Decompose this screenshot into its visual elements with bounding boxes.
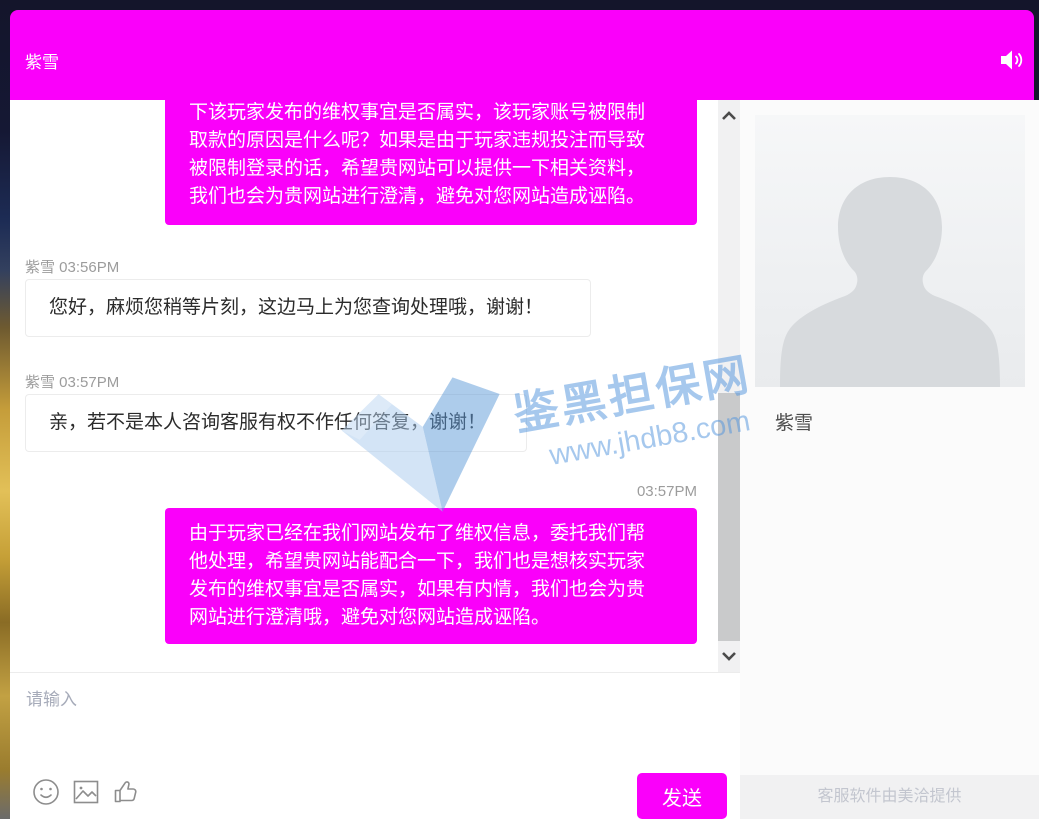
image-icon xyxy=(72,778,100,806)
scrollbar-thumb[interactable] xyxy=(718,393,740,641)
message-input[interactable]: 请输入 xyxy=(26,685,716,765)
scroll-up-button[interactable] xyxy=(718,106,740,126)
thumbs-up-icon xyxy=(112,778,140,806)
agent-title: 紫雪 xyxy=(25,48,59,73)
emoji-button[interactable] xyxy=(32,778,60,806)
image-upload-button[interactable] xyxy=(72,778,100,806)
avatar-silhouette-icon xyxy=(755,115,1025,387)
chat-window: 紫雪 下该玩家发布的维权事宜是否属实，该玩家账号被限制取款的原因是什么呢？如果是… xyxy=(0,0,1039,819)
agent-sidebar: 紫雪 客服软件由美洽提供 xyxy=(740,100,1039,819)
outgoing-message-bubble: 由于玩家已经在我们网站发布了维权信息，委托我们帮他处理，希望贵网站能配合一下，我… xyxy=(165,508,697,644)
speaker-icon xyxy=(998,46,1026,74)
message-timestamp: 03:57PM xyxy=(637,483,697,500)
chevron-down-icon xyxy=(718,646,740,666)
chat-scrollbar[interactable] xyxy=(718,100,740,672)
emoji-icon xyxy=(32,778,60,806)
message-list: 下该玩家发布的维权事宜是否属实，该玩家账号被限制取款的原因是什么呢？如果是由于玩… xyxy=(10,100,740,672)
outgoing-message-bubble: 下该玩家发布的维权事宜是否属实，该玩家账号被限制取款的原因是什么呢？如果是由于玩… xyxy=(165,100,697,225)
agent-name: 紫雪 xyxy=(775,408,813,435)
agent-avatar xyxy=(755,115,1025,387)
message-meta: 紫雪 03:57PM xyxy=(25,371,119,392)
background-image-strip xyxy=(0,0,10,819)
chevron-up-icon xyxy=(718,106,740,126)
provider-footer: 客服软件由美洽提供 xyxy=(740,775,1039,819)
incoming-message-bubble: 您好，麻烦您稍等片刻，这边马上为您查询处理哦，谢谢！ xyxy=(25,279,591,337)
chat-header: 紫雪 xyxy=(10,10,1034,100)
composer-toolbar xyxy=(32,778,140,806)
sound-toggle-button[interactable] xyxy=(998,46,1026,74)
send-button[interactable]: 发送 xyxy=(637,773,727,819)
thumbs-up-button[interactable] xyxy=(112,778,140,806)
message-meta: 紫雪 03:56PM xyxy=(25,256,119,277)
scroll-down-button[interactable] xyxy=(718,646,740,666)
incoming-message-bubble: 亲，若不是本人咨询客服有权不作任何答复，谢谢！ xyxy=(25,394,527,452)
composer: 请输入 xyxy=(10,672,740,819)
